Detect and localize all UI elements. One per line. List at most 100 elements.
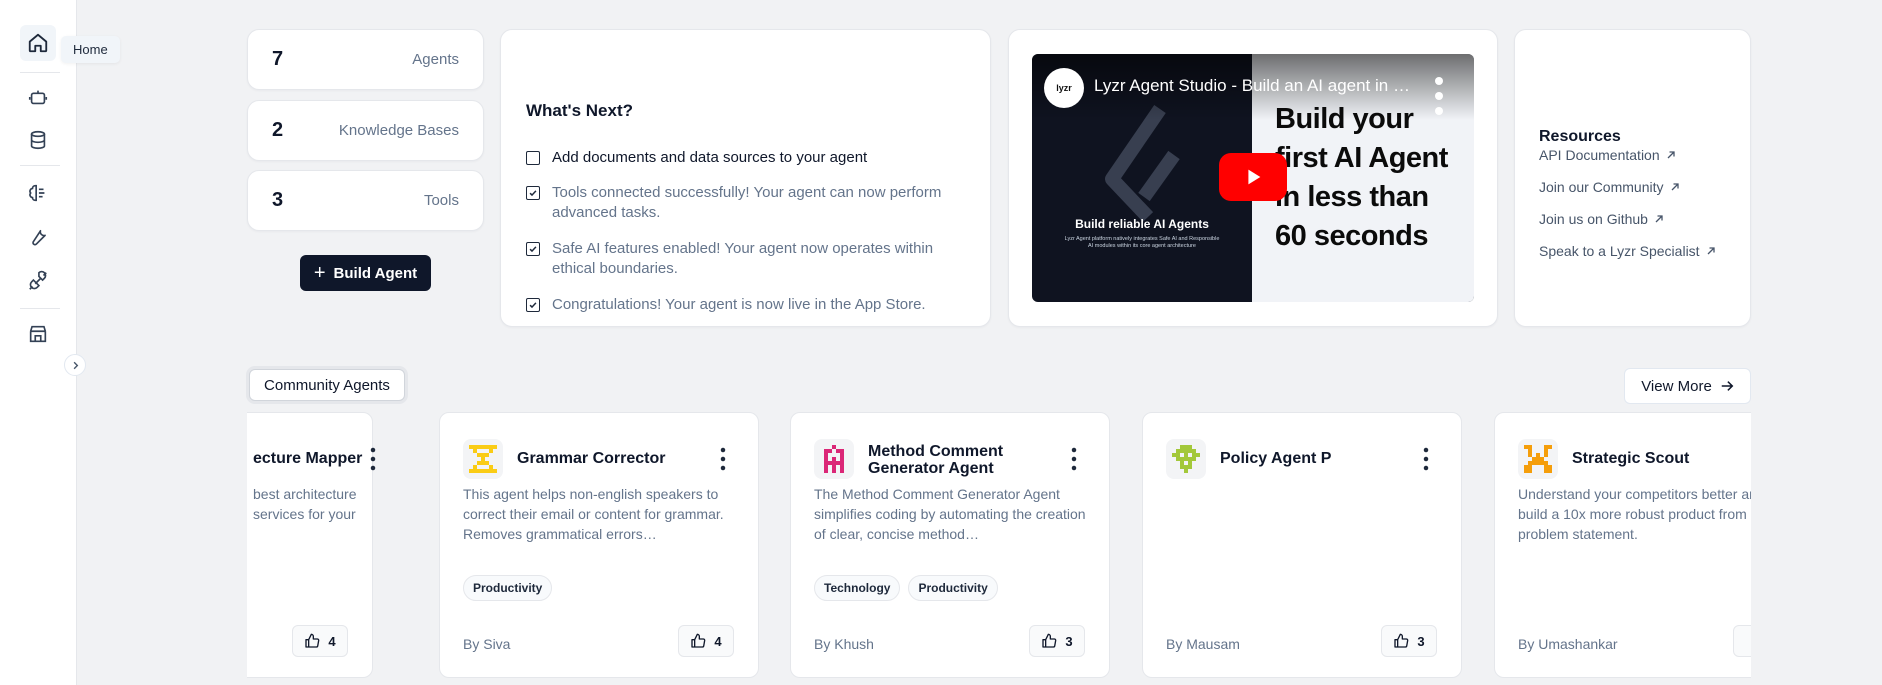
stat-card-agents[interactable]: 7 Agents	[247, 29, 484, 90]
thumbs-up-icon	[1042, 633, 1057, 648]
external-link-icon	[1667, 151, 1675, 159]
checkbox-checked-icon[interactable]	[526, 242, 540, 256]
like-count: 4	[714, 633, 722, 649]
scout-pixel-icon	[1524, 445, 1552, 473]
thumbnail-headline: Build your first AI Agent in less than 6…	[1275, 103, 1448, 252]
checklist-item[interactable]: Safe AI features enabled! Your agent now…	[526, 239, 946, 279]
sidebar-divider	[20, 72, 60, 73]
plus-icon: +	[313, 262, 326, 284]
resource-link[interactable]: Join our Community	[1539, 179, 1680, 195]
wrench-icon	[32, 229, 46, 246]
stat-label: Knowledge Bases	[338, 122, 459, 139]
external-link-icon	[1707, 247, 1715, 255]
brain-icon	[29, 184, 45, 202]
video-card: Build reliable AI Agents Lyzr Agent plat…	[1008, 29, 1498, 327]
checklist-item[interactable]: Congratulations! Your agent is now live …	[526, 295, 966, 315]
play-icon	[1248, 169, 1261, 185]
thumbs-up-icon	[691, 633, 706, 648]
agent-description: This agent helps non-english speakers to…	[463, 486, 724, 542]
agent-name: Method Comment Generator Agent	[868, 443, 1004, 477]
agent-card[interactable]: Method Comment Generator Agent The Metho…	[790, 412, 1110, 678]
view-more-button[interactable]: View More	[1624, 368, 1751, 404]
video-menu-icon[interactable]	[1434, 76, 1444, 116]
thumbs-up-icon	[1394, 633, 1409, 648]
more-options-icon[interactable]	[1423, 447, 1429, 471]
thumbnail-heading: Build reliable AI Agents	[1075, 217, 1209, 231]
agent-tags: Technology Productivity	[814, 575, 998, 601]
sidebar-divider	[20, 165, 60, 166]
thumbnail-subtext: Lyzr Agent platform natively integrates …	[1064, 236, 1220, 249]
tab-community-agents[interactable]: Community Agents	[249, 369, 405, 401]
plug-icon	[29, 270, 47, 290]
sidebar-item-integrations[interactable]	[20, 263, 56, 299]
sidebar-divider	[20, 308, 60, 309]
stat-value: 2	[272, 119, 284, 141]
home-icon	[28, 33, 48, 53]
like-button[interactable]: 4	[678, 625, 734, 657]
like-button[interactable]	[1733, 625, 1751, 657]
resources-title: Resources	[1539, 128, 1621, 145]
like-button[interactable]: 3	[1381, 625, 1437, 657]
resource-link[interactable]: Speak to a Lyzr Specialist	[1539, 243, 1716, 259]
sidebar-item-home[interactable]	[20, 25, 56, 61]
like-count: 4	[328, 633, 336, 649]
build-agent-button[interactable]: + Build Agent	[300, 255, 431, 291]
video-title[interactable]: Lyzr Agent Studio - Build an AI agent in…	[1094, 76, 1414, 96]
agent-avatar	[814, 439, 854, 479]
sidebar-item-store[interactable]	[20, 316, 56, 352]
checkbox-unchecked-icon[interactable]	[526, 151, 540, 165]
sidebar-item-knowledge[interactable]	[20, 122, 56, 158]
agent-author: By Umashankar	[1518, 636, 1618, 652]
agent-name: Grammar Corrector	[517, 450, 666, 467]
grammar-pixel-icon	[469, 445, 497, 473]
tag-chip[interactable]: Technology	[814, 575, 901, 601]
whats-next-card: What's Next? Add documents and data sour…	[500, 29, 991, 327]
more-options-icon[interactable]	[1071, 447, 1077, 471]
robot-icon	[28, 90, 48, 105]
store-icon	[29, 325, 47, 343]
agent-tags: Productivity	[463, 575, 553, 601]
resource-link[interactable]: API Documentation	[1539, 147, 1676, 163]
sidebar-item-agents[interactable]	[20, 79, 56, 115]
tag-chip[interactable]: Productivity	[463, 575, 553, 601]
database-icon	[30, 130, 46, 150]
checklist-item[interactable]: Add documents and data sources to your a…	[526, 148, 867, 168]
resource-link[interactable]: Join us on Github	[1539, 211, 1664, 227]
stat-card-tools[interactable]: 3 Tools	[247, 170, 484, 231]
chevron-right-icon	[73, 361, 78, 369]
agent-card[interactable]: Grammar Corrector This agent helps non-e…	[439, 412, 759, 678]
agent-card[interactable]: ecture Mapper best architecture services…	[247, 412, 376, 678]
play-button[interactable]	[1219, 153, 1287, 201]
build-agent-label: Build Agent	[333, 264, 418, 282]
more-options-icon[interactable]	[720, 447, 726, 471]
agent-name: ecture Mapper	[253, 450, 363, 467]
agent-card[interactable]: Strategic Scout Understand your competit…	[1494, 412, 1751, 678]
policy-pixel-icon	[1172, 445, 1200, 473]
external-link-icon	[1671, 183, 1679, 191]
like-count: 3	[1065, 633, 1073, 649]
sidebar-item-models[interactable]	[20, 175, 56, 211]
agent-card[interactable]: Policy Agent P By Mausam 3	[1142, 412, 1462, 678]
agent-author: By Khush	[814, 636, 874, 652]
stat-label: Agents	[412, 51, 459, 68]
channel-avatar[interactable]: lyzr	[1044, 68, 1084, 108]
like-button[interactable]: 4	[292, 625, 348, 657]
agent-description: The Method Comment Generator Agent simpl…	[814, 486, 1086, 542]
like-button[interactable]: 3	[1029, 625, 1085, 657]
agent-author: By Mausam	[1166, 636, 1240, 652]
whats-next-title: What's Next?	[526, 101, 633, 120]
agent-avatar	[463, 439, 503, 479]
sidebar-item-tools[interactable]	[20, 218, 56, 254]
checkbox-checked-icon[interactable]	[526, 298, 540, 312]
youtube-video-player[interactable]: Build reliable AI Agents Lyzr Agent plat…	[1032, 54, 1474, 302]
tag-chip[interactable]: Productivity	[908, 575, 998, 601]
external-link-icon	[1655, 215, 1663, 223]
checklist-item[interactable]: Tools connected successfully! Your agent…	[526, 183, 946, 223]
checkbox-checked-icon[interactable]	[526, 186, 540, 200]
stat-label: Tools	[423, 192, 459, 209]
sidebar-expand-button[interactable]	[64, 354, 86, 376]
stat-card-knowledge-bases[interactable]: 2 Knowledge Bases	[247, 100, 484, 161]
community-agents-carousel[interactable]: ecture Mapper best architecture services…	[247, 410, 1751, 685]
stat-value: 7	[272, 48, 284, 70]
more-options-icon[interactable]	[370, 447, 376, 471]
